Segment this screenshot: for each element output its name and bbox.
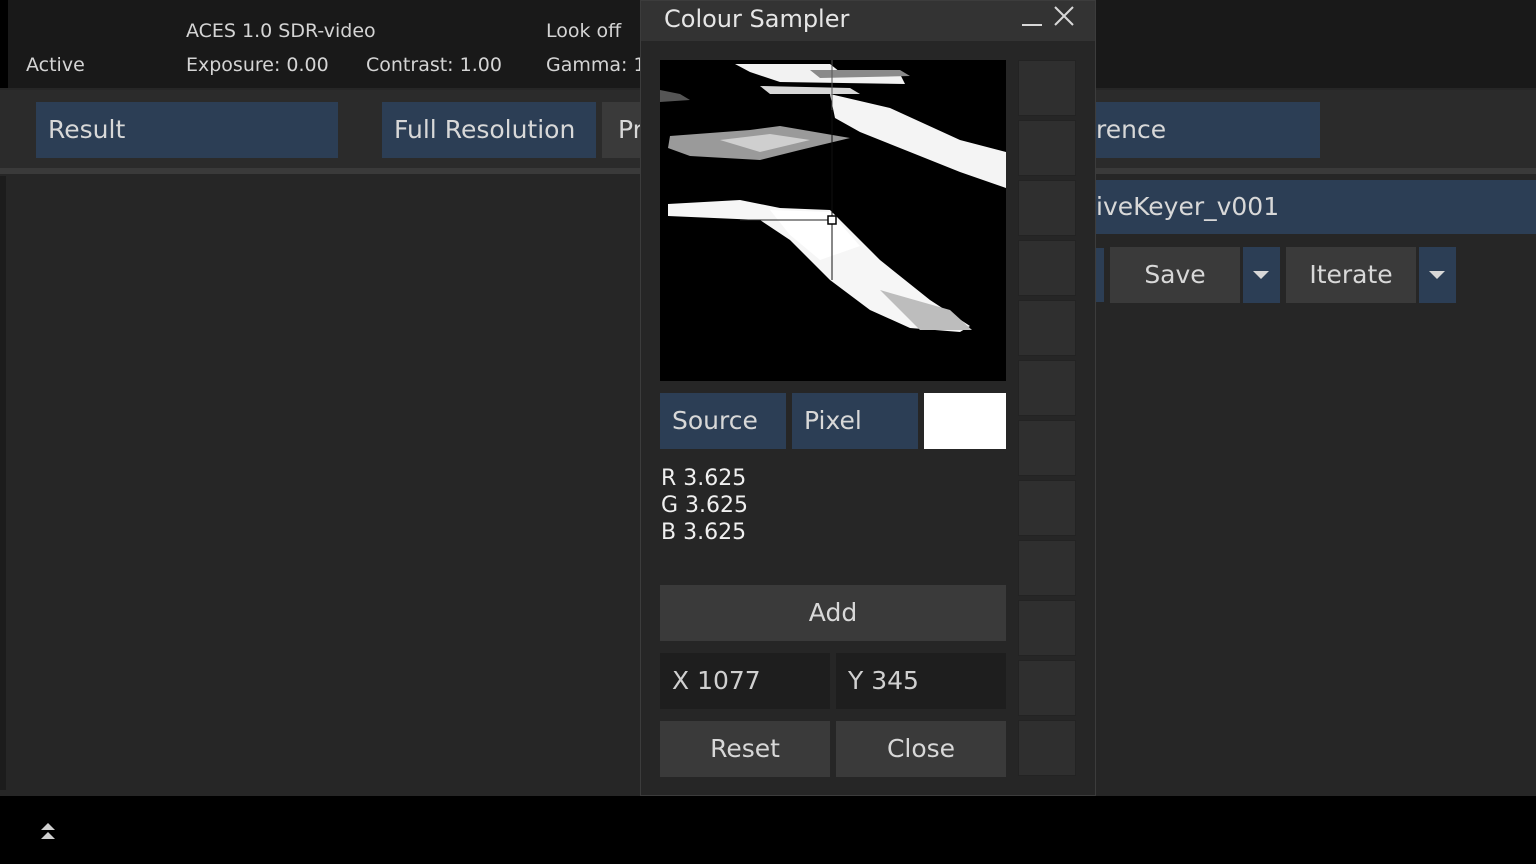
gamma-label[interactable]: Gamma: 1. <box>546 54 652 76</box>
saved-swatch-slot[interactable] <box>1018 120 1076 176</box>
saved-swatch-slot[interactable] <box>1018 600 1076 656</box>
sample-colour-swatch <box>924 393 1006 449</box>
pixel-button[interactable]: Pixel <box>792 393 918 449</box>
saved-swatch-slot[interactable] <box>1018 240 1076 296</box>
reset-button[interactable]: Reset <box>660 721 830 777</box>
dialog-title: Colour Sampler <box>664 5 850 33</box>
saved-swatch-slot[interactable] <box>1018 720 1076 776</box>
colorspace-label[interactable]: ACES 1.0 SDR-video <box>186 20 376 42</box>
expand-up-icon[interactable] <box>38 820 58 842</box>
blue-value: B 3.625 <box>661 520 747 545</box>
saved-swatch-slot[interactable] <box>1018 360 1076 416</box>
clip-name-bar[interactable]: iveKeyer_v001 <box>1096 180 1536 234</box>
bottom-bar <box>0 796 1536 864</box>
contrast-label[interactable]: Contrast: 1.00 <box>366 54 502 76</box>
resolution-button[interactable]: Full Resolution <box>382 102 596 158</box>
green-value: G 3.625 <box>661 493 749 518</box>
saved-swatch-slot[interactable] <box>1018 660 1076 716</box>
saved-swatch-slot[interactable] <box>1018 420 1076 476</box>
x-coordinate-field[interactable]: X 1077 <box>660 653 830 709</box>
minimize-icon[interactable] <box>1021 9 1043 31</box>
sample-preview[interactable] <box>660 60 1006 381</box>
colour-sampler-dialog: Colour Sampler Source Pixel R 3.625 G 3.… <box>640 0 1096 796</box>
active-label: Active <box>26 54 85 76</box>
close-icon[interactable] <box>1053 5 1075 27</box>
exposure-label[interactable]: Exposure: 0.00 <box>186 54 329 76</box>
source-button[interactable]: Source <box>660 393 786 449</box>
y-coordinate-field[interactable]: Y 345 <box>836 653 1006 709</box>
clip-dropdown-edge[interactable] <box>1096 248 1104 302</box>
close-button[interactable]: Close <box>836 721 1006 777</box>
chevron-down-icon <box>1429 271 1445 279</box>
saved-swatch-slot[interactable] <box>1018 480 1076 536</box>
saved-swatch-slot[interactable] <box>1018 60 1076 116</box>
look-label[interactable]: Look off <box>546 20 621 42</box>
chevron-down-icon <box>1253 271 1269 279</box>
reference-button[interactable]: rence <box>1096 102 1320 158</box>
iterate-dropdown-button[interactable] <box>1419 247 1456 303</box>
saved-swatch-slot[interactable] <box>1018 540 1076 596</box>
save-dropdown-button[interactable] <box>1243 247 1280 303</box>
save-button[interactable]: Save <box>1110 247 1240 303</box>
saved-swatch-slot[interactable] <box>1018 300 1076 356</box>
red-value: R 3.625 <box>661 466 747 491</box>
saved-swatch-slot[interactable] <box>1018 180 1076 236</box>
dialog-titlebar[interactable]: Colour Sampler <box>641 1 1095 41</box>
add-button[interactable]: Add <box>660 585 1006 641</box>
proxy-button[interactable]: Pr <box>602 102 640 158</box>
iterate-button[interactable]: Iterate <box>1286 247 1416 303</box>
result-button[interactable]: Result <box>36 102 338 158</box>
